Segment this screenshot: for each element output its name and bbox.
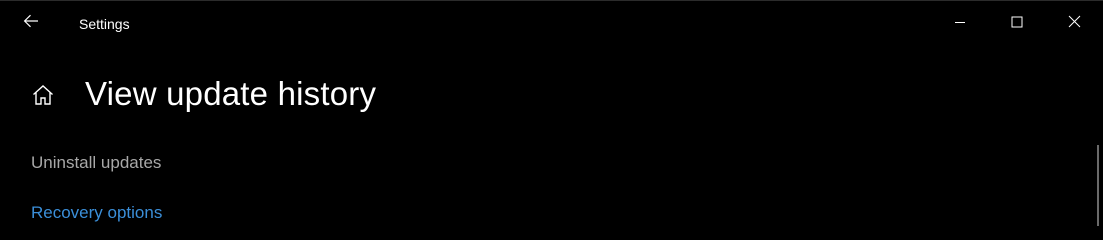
minimize-button[interactable] <box>937 2 983 46</box>
app-title: Settings <box>79 16 130 32</box>
maximize-button[interactable] <box>994 2 1040 46</box>
uninstall-updates-link[interactable]: Uninstall updates <box>31 152 161 174</box>
title-bar: Settings <box>0 1 1103 47</box>
minimize-icon <box>954 15 966 33</box>
page-title: View update history <box>85 75 377 112</box>
maximize-icon <box>1011 15 1023 33</box>
close-button[interactable] <box>1051 2 1097 46</box>
back-arrow-icon <box>23 14 39 33</box>
back-button[interactable] <box>14 7 48 39</box>
scrollbar[interactable] <box>1097 145 1099 226</box>
close-icon <box>1068 15 1081 33</box>
recovery-options-link[interactable]: Recovery options <box>31 202 162 224</box>
settings-window: Settings View update history Uninstall u… <box>0 0 1103 226</box>
home-icon[interactable] <box>30 82 56 108</box>
